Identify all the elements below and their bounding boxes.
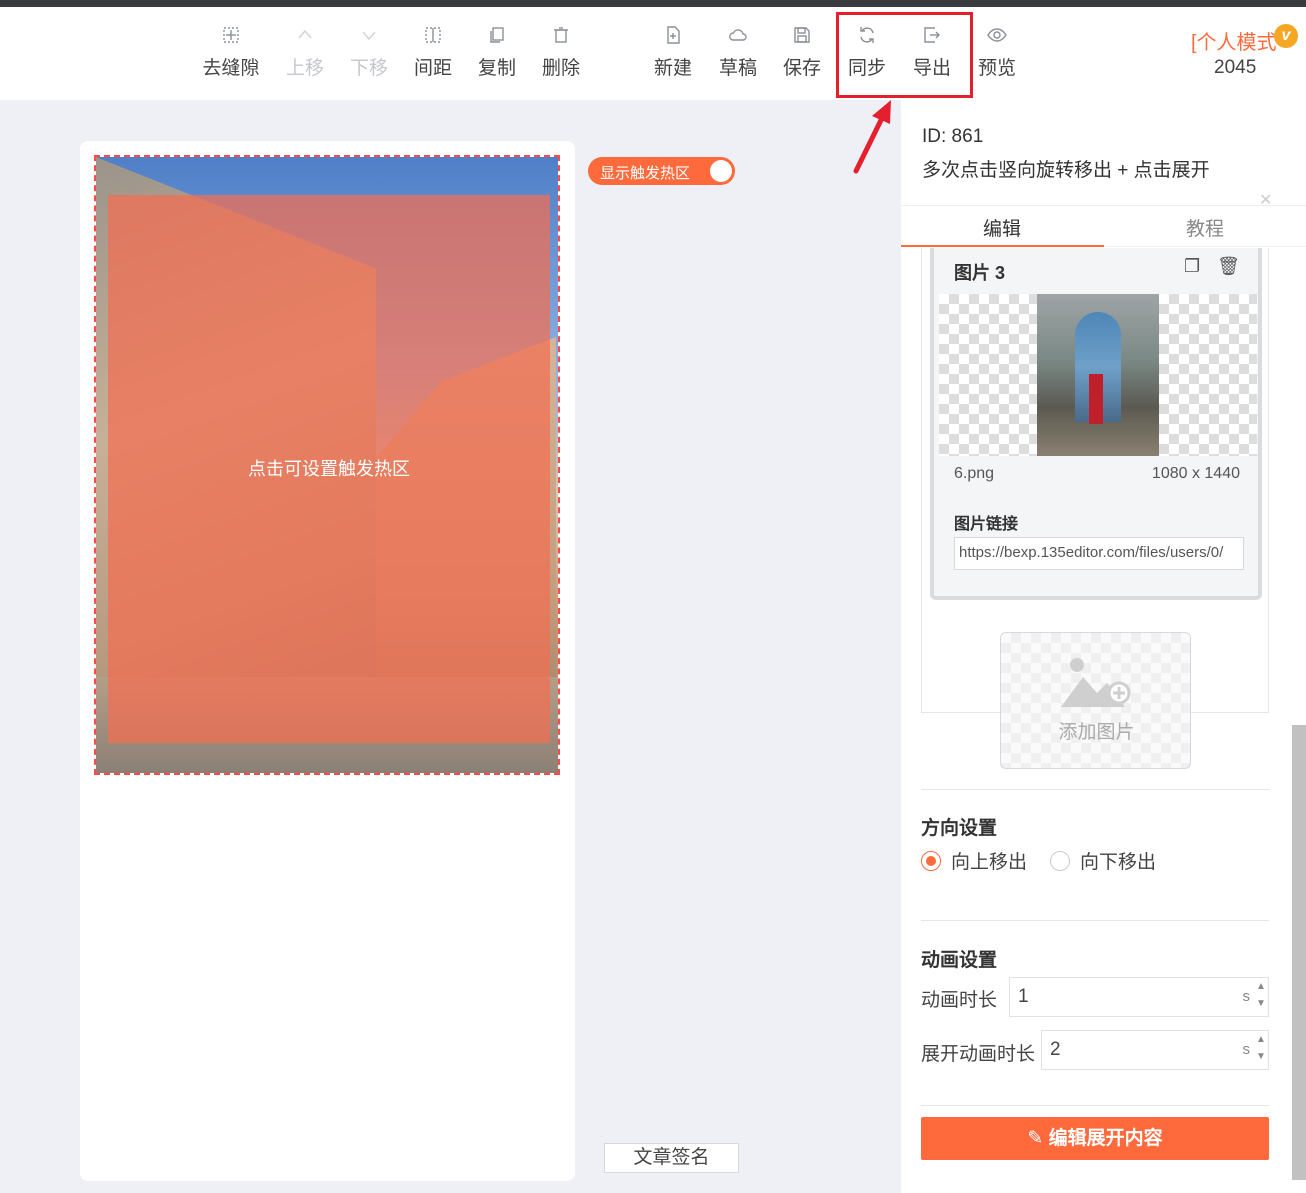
- add-image-button[interactable]: 添加图片: [1000, 632, 1191, 769]
- spacing-icon: [403, 25, 463, 49]
- image-card-inner: 图片 3 ❐ 🗑 6.png 1080 x 1440 图片链接 https://…: [930, 248, 1262, 600]
- trash-icon: [531, 25, 591, 49]
- vip-badge-icon: v: [1274, 24, 1298, 48]
- image-title: 图片 3: [954, 263, 1006, 283]
- divider: [921, 920, 1269, 921]
- expand-duration-label: 展开动画时长: [921, 1044, 1036, 1065]
- chevron-down-icon: [339, 25, 399, 49]
- show-hotzone-toggle[interactable]: 显示触发热区: [588, 157, 735, 185]
- spacing-button[interactable]: 间距: [403, 25, 463, 80]
- template-id: ID: 861: [922, 126, 984, 147]
- radio-move-up[interactable]: 向上移出: [921, 847, 1027, 874]
- duration-unit: s: [1242, 988, 1251, 1005]
- save-icon: [772, 25, 832, 49]
- image-filename: 6.png: [954, 465, 995, 482]
- save-button[interactable]: 保存: [772, 25, 832, 80]
- move-up-button[interactable]: 上移: [275, 25, 335, 80]
- copy-icon: [467, 25, 527, 49]
- toolbar: 去缝隙 上移 下移 间距 复制 删除 新建 草稿 保存 同步 导出 预览: [0, 7, 1306, 100]
- mode-count: 2045: [1214, 57, 1257, 78]
- window-top-strip: [0, 0, 1306, 7]
- stepper-icon[interactable]: ▲ ▼: [1254, 978, 1268, 1016]
- divider: [921, 1105, 1269, 1106]
- add-image-label: 添加图片: [1058, 722, 1135, 743]
- show-hotzone-toggle-label: 显示触发热区: [600, 165, 691, 182]
- new-button[interactable]: 新建: [643, 25, 703, 80]
- trash-icon[interactable]: 🗑: [1217, 256, 1240, 276]
- preview-button[interactable]: 预览: [967, 25, 1027, 80]
- remove-gap-button[interactable]: 去缝隙: [201, 25, 261, 80]
- tab-tutorial[interactable]: 教程: [1186, 214, 1224, 241]
- signature-button[interactable]: 文章签名: [604, 1143, 739, 1173]
- move-down-button[interactable]: 下移: [339, 25, 399, 80]
- personal-mode-link[interactable]: [个人模式: [1191, 26, 1277, 55]
- draft-button[interactable]: 草稿: [708, 25, 768, 80]
- duration-input[interactable]: 1 s ▲ ▼: [1009, 977, 1269, 1017]
- pencil-icon: ✎: [1027, 1128, 1049, 1149]
- settings-panel: ID: 861 多次点击竖向旋转移出 + 点击展开 ✕ 编辑 教程 图片 3 ❐…: [901, 100, 1306, 1193]
- grid-dashed-icon: [201, 25, 261, 49]
- stepper-icon[interactable]: ▲ ▼: [1254, 1031, 1268, 1069]
- image-thumbnail: [1037, 294, 1159, 456]
- animation-title: 动画设置: [921, 950, 998, 971]
- image-actions: ❐ 🗑: [1172, 256, 1240, 277]
- hotzone-label: 点击可设置触发热区: [248, 459, 410, 479]
- panel-scrollbar[interactable]: [1292, 725, 1306, 1180]
- new-file-icon: [643, 25, 703, 49]
- image-preview[interactable]: [939, 294, 1257, 456]
- radio-dot: [1050, 851, 1070, 871]
- thumbnail-red-object: [1089, 374, 1103, 424]
- sync-export-highlight-box: [836, 12, 973, 98]
- copy-icon[interactable]: ❐: [1184, 256, 1200, 276]
- eye-icon: [967, 25, 1027, 49]
- chevron-up-icon: [275, 25, 335, 49]
- toggle-knob: [710, 160, 732, 182]
- panel-tabs: 编辑 教程: [901, 205, 1306, 247]
- copy-button[interactable]: 复制: [467, 25, 527, 80]
- image-dimensions: 1080 x 1440: [1151, 465, 1240, 482]
- edit-expand-content-button[interactable]: ✎ 编辑展开内容: [921, 1117, 1269, 1160]
- add-image-icon: [1061, 658, 1131, 707]
- radio-move-down[interactable]: 向下移出: [1050, 847, 1156, 874]
- cloud-icon: [708, 25, 768, 49]
- active-tab-indicator: [901, 245, 1104, 247]
- annotation-arrow-icon: [853, 100, 891, 174]
- divider: [921, 789, 1269, 790]
- template-description: 多次点击竖向旋转移出 + 点击展开: [922, 160, 1210, 181]
- expand-duration-input[interactable]: 2 s ▲ ▼: [1041, 1030, 1269, 1070]
- direction-title: 方向设置: [921, 818, 998, 839]
- image-link-input[interactable]: https://bexp.135editor.com/files/users/0…: [954, 537, 1244, 570]
- duration-label: 动画时长: [921, 990, 998, 1011]
- radio-dot: [921, 851, 941, 871]
- image-link-label: 图片链接: [954, 516, 1019, 533]
- expand-duration-unit: s: [1242, 1041, 1251, 1058]
- hotzone-image[interactable]: 点击可设置触发热区: [94, 155, 560, 775]
- tab-edit[interactable]: 编辑: [983, 214, 1021, 241]
- delete-button[interactable]: 删除: [531, 25, 591, 80]
